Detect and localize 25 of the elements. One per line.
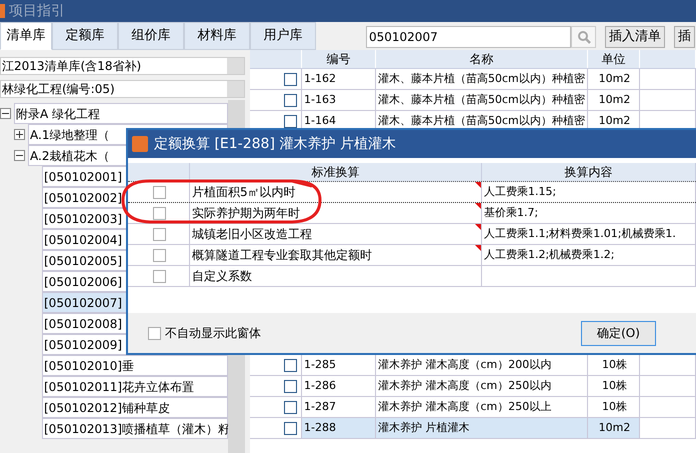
table-cell-text: 概算隧道工程专业套取其他定额时 [192, 247, 372, 264]
table-cell: 10m2 [588, 90, 640, 110]
table-cell-text: 片植面积5㎡以内时 [192, 184, 296, 201]
table-cell-text: 基价乘1.7; [484, 204, 538, 221]
table-cell: 1-287 [302, 397, 376, 417]
table-cell-text: 人工费乘1.2;机械费乘1.2; [484, 246, 614, 263]
dialog-title: 定额换算 [E1-288] 灌木养护 片植灌木 [154, 134, 396, 154]
table-cell: 灌木、藤本片植（苗高50cm以内）种植密 [376, 90, 588, 110]
table-cell: 10m2 [588, 69, 640, 89]
table-cell: 灌木养护 灌木高度（cm）250以上 [376, 397, 588, 417]
table-cell: 灌木养护 片植灌木 [376, 418, 588, 438]
table-cell-text: 人工费乘1.15; [484, 184, 556, 200]
window-title: 项目指引 [9, 2, 65, 20]
table-cell: 10株 [588, 397, 640, 417]
table-cell: 1-288 [302, 418, 376, 438]
table-cell-text: 城镇老旧小区改造工程 [192, 226, 312, 243]
table-cell: 1-163 [302, 90, 376, 110]
table-cell: 10株 [588, 376, 640, 396]
table-cell: 灌木、藤本片植（苗高50cm以内）种植密 [376, 69, 588, 89]
table-cell: 灌木养护 灌木高度（cm）250以内 [376, 376, 588, 396]
table-cell: 1-162 [302, 69, 376, 89]
table-cell: 10m2 [588, 418, 640, 438]
table-cell-text: 人工费乘1.1;材料费乘1.01;机械费乘1. [484, 226, 676, 242]
table-cell: 1-286 [302, 376, 376, 396]
table-cell-text: 自定义系数 [192, 268, 252, 285]
